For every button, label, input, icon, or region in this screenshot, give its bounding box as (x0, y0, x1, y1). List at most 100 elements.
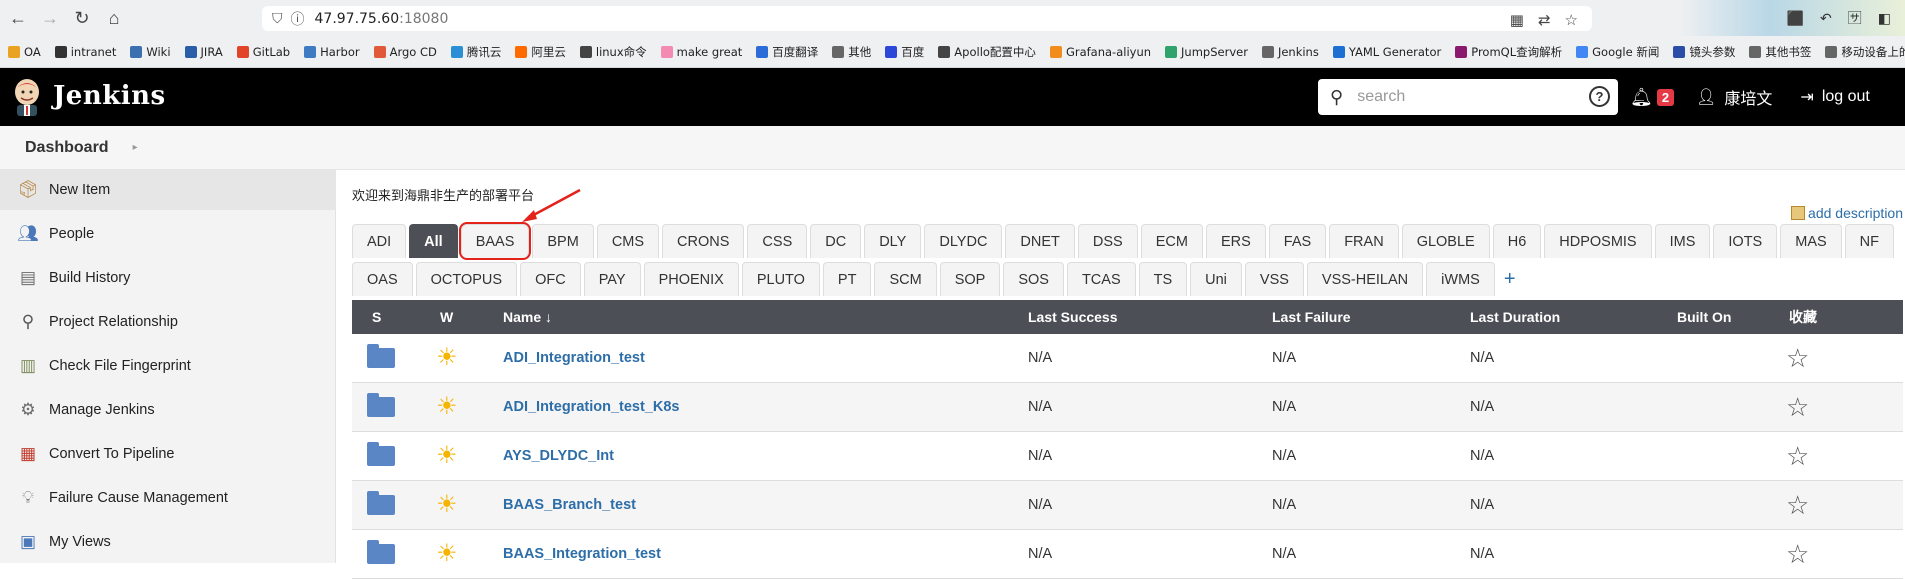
tab-tcas[interactable]: TCAS (1066, 262, 1136, 296)
search-box[interactable]: ⚲ ? (1318, 79, 1618, 115)
favorite-star-icon[interactable]: ☆ (1786, 492, 1809, 518)
bookmark-item[interactable]: Apollo配置中心 (938, 44, 1036, 60)
bookmark-item[interactable]: JumpServer (1165, 45, 1248, 59)
header-favorite[interactable]: 收藏 (1789, 307, 1817, 327)
bookmark-item[interactable]: Harbor (304, 45, 360, 59)
qr-icon[interactable]: ▦ (1510, 11, 1524, 29)
bookmark-item[interactable]: 百度 (885, 44, 924, 60)
bookmark-item[interactable]: GitLab (236, 45, 290, 59)
bookmark-item[interactable]: Argo CD (373, 45, 437, 59)
tab-dss[interactable]: DSS (1077, 224, 1138, 258)
header-weather[interactable]: W (440, 309, 453, 325)
job-name-link[interactable]: BAAS_Integration_test (503, 546, 661, 562)
header-last-failure[interactable]: Last Failure (1272, 309, 1351, 325)
bookmark-item[interactable]: Grafana-aliyun (1049, 45, 1151, 59)
tab-ers[interactable]: ERS (1205, 224, 1266, 258)
job-name-link[interactable]: ADI_Integration_test (503, 350, 645, 366)
forward-icon[interactable]: → (36, 4, 64, 32)
tab-h6[interactable]: H6 (1492, 224, 1542, 258)
tab-vss[interactable]: VSS (1244, 262, 1304, 296)
favorite-star-icon[interactable]: ☆ (1786, 394, 1809, 420)
search-input[interactable] (1357, 88, 1558, 106)
tab-iwms[interactable]: iWMS (1426, 262, 1495, 296)
tab-dly[interactable]: DLY (864, 224, 922, 258)
favorite-star-icon[interactable]: ☆ (1786, 345, 1809, 371)
tab-oas[interactable]: OAS (352, 262, 413, 296)
breadcrumb-dashboard[interactable]: Dashboard (25, 139, 109, 157)
tab-ecm[interactable]: ECM (1140, 224, 1203, 258)
job-name-link[interactable]: ADI_Integration_test_K8s (503, 399, 679, 415)
bookmark-item[interactable]: PromQL查询解析 (1455, 44, 1562, 60)
sidebar-item-check-file-fingerprint[interactable]: ▥ Check File Fingerprint (0, 346, 336, 386)
tab-iots[interactable]: IOTS (1713, 224, 1778, 258)
tab-scm[interactable]: SCM (874, 262, 937, 296)
bookmark-item[interactable]: intranet (54, 45, 116, 59)
bell-icon[interactable]: 🔔︎ (1630, 87, 1653, 108)
tab-ims[interactable]: IMS (1654, 224, 1711, 258)
bookmark-item[interactable]: 阿里云 (515, 44, 566, 60)
help-icon[interactable]: ? (1589, 86, 1610, 107)
jenkins-brand[interactable]: Jenkins (53, 81, 166, 111)
tab-pt[interactable]: PT (822, 262, 872, 296)
tab-globle[interactable]: GLOBLE (1401, 224, 1490, 258)
tab-octopus[interactable]: OCTOPUS (415, 262, 518, 296)
add-view-button[interactable]: + (1498, 262, 1522, 296)
bookmark-item[interactable]: Google 新闻 (1576, 44, 1659, 60)
sidebar-item-failure-cause-management[interactable]: 💡︎ Failure Cause Management (0, 478, 336, 518)
logout-link[interactable]: ⇥ log out (1800, 87, 1869, 107)
bookmark-item[interactable]: YAML Generator (1332, 45, 1441, 59)
home-icon[interactable]: ⌂ (100, 4, 128, 32)
bookmark-item[interactable]: 其他书签 (1749, 44, 1811, 60)
tab-dc[interactable]: DC (810, 224, 862, 258)
bookmark-item[interactable]: 腾讯云 (450, 44, 501, 60)
profile-icon[interactable]: ◧ (1878, 10, 1891, 27)
header-status[interactable]: S (372, 309, 381, 325)
tab-pay[interactable]: PAY (583, 262, 641, 296)
reload-icon[interactable]: ↻ (68, 4, 96, 32)
user-menu[interactable]: 👤︎ 康培文 (1696, 85, 1772, 109)
sidebar-item-project-relationship[interactable]: ⚲ Project Relationship (0, 302, 336, 342)
tab-ofc[interactable]: OFC (520, 262, 581, 296)
tab-nf[interactable]: NF (1844, 224, 1894, 258)
undo-icon[interactable]: ↶ (1820, 10, 1832, 27)
tab-phoenix[interactable]: PHOENIX (643, 262, 739, 296)
header-built-on[interactable]: Built On (1677, 309, 1731, 325)
header-name[interactable]: Name ↓ (503, 309, 552, 325)
sidebar-item-my-views[interactable]: ▣ My Views (0, 522, 336, 562)
bookmark-item[interactable]: 百度翻译 (756, 44, 818, 60)
tab-vss-heilan[interactable]: VSS-HEILAN (1306, 262, 1424, 296)
tab-dlydc[interactable]: DLYDC (924, 224, 1003, 258)
header-last-duration[interactable]: Last Duration (1470, 309, 1560, 325)
bookmark-item[interactable]: Jenkins (1261, 45, 1319, 59)
bookmark-item[interactable]: OA (8, 45, 41, 59)
favorite-star-icon[interactable]: ☆ (1786, 443, 1809, 469)
translate-icon[interactable]: ⇄ (1538, 11, 1551, 29)
bookmark-item[interactable]: 其他 (832, 44, 871, 60)
tab-sos[interactable]: SOS (1003, 262, 1064, 296)
tab-mas[interactable]: MAS (1780, 224, 1842, 258)
notification-badge[interactable]: 2 (1656, 88, 1675, 106)
bookmark-item[interactable]: JIRA (184, 45, 223, 59)
bookmark-item[interactable]: linux命令 (579, 44, 647, 60)
tab-crons[interactable]: CRONS (662, 224, 745, 258)
back-icon[interactable]: ← (4, 4, 32, 32)
extension-icon[interactable]: ⬛ (1787, 10, 1804, 27)
tab-baas[interactable]: BAAS (458, 222, 532, 260)
tab-uni[interactable]: Uni (1190, 262, 1242, 296)
jenkins-logo-icon[interactable] (12, 78, 42, 116)
tab-css[interactable]: CSS (747, 224, 808, 258)
tab-fran[interactable]: FRAN (1329, 224, 1399, 258)
bookmark-star-icon[interactable]: ☆ (1565, 11, 1578, 29)
tab-all[interactable]: All (409, 224, 458, 258)
translate-extension-icon[interactable]: 🈂 (1848, 8, 1862, 28)
tab-pluto[interactable]: PLUTO (741, 262, 820, 296)
sidebar-item-convert-to-pipeline[interactable]: ▦ Convert To Pipeline (0, 434, 336, 474)
bookmark-item[interactable]: 移动设备上的书签 (1825, 44, 1905, 60)
job-name-link[interactable]: BAAS_Branch_test (503, 497, 636, 513)
tab-adi[interactable]: ADI (352, 224, 407, 258)
sidebar-item-new-item[interactable]: 📦︎ New Item (0, 170, 336, 210)
tab-fas[interactable]: FAS (1268, 224, 1327, 258)
tab-sop[interactable]: SOP (939, 262, 1001, 296)
tab-dnet[interactable]: DNET (1005, 224, 1075, 258)
bookmark-item[interactable]: 镜头参数 (1673, 44, 1735, 60)
